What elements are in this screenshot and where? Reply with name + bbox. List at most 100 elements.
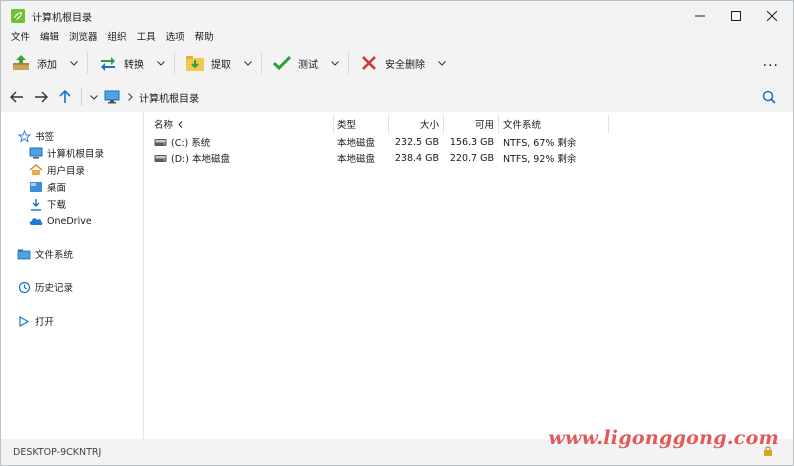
history-dropdown[interactable] <box>86 85 102 109</box>
back-button[interactable] <box>5 85 29 109</box>
column-header-filesystem-label: 文件系统 <box>503 120 542 131</box>
search-icon <box>762 90 776 104</box>
sidebar-filesystem-label: 文件系统 <box>35 250 74 261</box>
delete-x-icon <box>359 53 379 73</box>
chevron-down-icon <box>70 60 78 66</box>
sidebar-bookmarks[interactable]: 书签 <box>17 128 54 144</box>
column-header-size[interactable]: 大小 <box>389 116 439 132</box>
chevron-down-icon <box>90 94 98 100</box>
drive-name-cell: (D:) 本地磁盘 <box>154 150 230 166</box>
sidebar-item-label: 用户目录 <box>47 166 86 177</box>
sidebar-open[interactable]: 打开 <box>17 313 54 329</box>
drive-free: 220.7 GB <box>449 152 494 164</box>
address-bar: 计算机根目录 <box>1 83 793 111</box>
secure-delete-dropdown[interactable] <box>431 53 453 73</box>
computer-icon <box>104 90 120 104</box>
extract-button[interactable]: 提取 <box>175 49 259 77</box>
cloud-icon <box>29 214 43 228</box>
sidebar-item-label: OneDrive <box>47 215 92 227</box>
sidebar: 书签 计算机根目录 用户目录 桌面 下载 OneDrive 文件系统 历史记录 … <box>1 112 144 439</box>
convert-dropdown[interactable] <box>150 53 172 73</box>
toolbar: 添加 转换 提取 测试 安全删除 <box>1 47 793 79</box>
extract-label: 提取 <box>211 59 231 71</box>
chevron-down-icon <box>244 60 252 66</box>
convert-button[interactable]: 转换 <box>88 49 172 77</box>
test-label: 测试 <box>298 59 318 71</box>
close-icon <box>767 11 777 21</box>
play-triangle-icon <box>17 314 31 328</box>
column-header-name[interactable]: 名称 <box>154 116 332 132</box>
drive-filesystem: NTFS, 92% 剩余 <box>503 154 577 165</box>
add-archive-icon <box>11 53 31 73</box>
menu-help[interactable]: 帮助 <box>190 31 219 45</box>
menu-tools[interactable]: 工具 <box>132 31 161 45</box>
drive-name-cell: (C:) 系统 <box>154 134 210 150</box>
test-dropdown[interactable] <box>324 53 346 73</box>
menu-file[interactable]: 文件 <box>1 31 35 45</box>
column-header-filesystem[interactable]: 文件系统 <box>503 116 603 132</box>
checkmark-icon <box>272 53 292 73</box>
extract-dropdown[interactable] <box>237 53 259 73</box>
home-icon <box>29 163 43 177</box>
desktop-icon <box>29 180 43 194</box>
title-bar[interactable]: 计算机根目录 <box>1 1 793 31</box>
column-divider[interactable] <box>608 114 609 134</box>
arrow-left-icon <box>10 91 23 103</box>
drive-icon <box>154 154 167 162</box>
menu-options[interactable]: 选项 <box>161 31 190 45</box>
column-header-type[interactable]: 类型 <box>337 116 387 132</box>
maximize-button[interactable] <box>719 1 753 31</box>
menu-edit[interactable]: 编辑 <box>35 31 64 45</box>
window-title: 计算机根目录 <box>32 12 92 24</box>
drive-name: (D:) 本地磁盘 <box>171 154 230 165</box>
history-clock-icon <box>17 280 31 294</box>
sidebar-filesystem[interactable]: 文件系统 <box>17 246 73 262</box>
up-button[interactable] <box>53 85 77 109</box>
breadcrumb-chevron-icon[interactable] <box>128 93 133 101</box>
menu-browser[interactable]: 浏览器 <box>64 31 103 45</box>
sidebar-item-computer-root[interactable]: 计算机根目录 <box>29 145 104 161</box>
more-options-button[interactable]: ... <box>763 55 779 69</box>
drive-filesystem: NTFS, 67% 剩余 <box>503 138 577 149</box>
folder-icon <box>17 247 31 261</box>
sidebar-item-onedrive[interactable]: OneDrive <box>29 213 92 229</box>
menu-bar: 文件 编辑 浏览器 组织 工具 选项 帮助 <box>1 31 793 45</box>
forward-button[interactable] <box>29 85 53 109</box>
drive-icon <box>154 138 167 146</box>
chevron-down-icon <box>157 60 165 66</box>
sidebar-history[interactable]: 历史记录 <box>17 279 73 295</box>
maximize-icon <box>731 11 741 21</box>
sidebar-item-downloads[interactable]: 下载 <box>29 196 66 212</box>
drive-type: 本地磁盘 <box>337 154 376 165</box>
drive-size: 232.5 GB <box>394 136 439 148</box>
close-button[interactable] <box>755 1 789 31</box>
leaf-app-icon <box>11 9 25 23</box>
secure-delete-label: 安全删除 <box>385 59 425 71</box>
drive-free: 156.3 GB <box>449 136 494 148</box>
search-button[interactable] <box>759 87 779 107</box>
column-divider[interactable] <box>498 114 499 134</box>
sidebar-item-label: 桌面 <box>47 183 67 194</box>
minimize-button[interactable] <box>683 1 717 31</box>
column-header-name-label: 名称 <box>154 120 174 131</box>
secure-delete-button[interactable]: 安全删除 <box>349 49 453 77</box>
sidebar-item-desktop[interactable]: 桌面 <box>29 179 66 195</box>
drive-name: (C:) 系统 <box>171 138 211 149</box>
breadcrumb[interactable]: 计算机根目录 <box>139 90 199 105</box>
chevron-down-icon <box>438 60 446 66</box>
extract-folder-icon <box>185 53 205 73</box>
add-button[interactable]: 添加 <box>1 49 85 77</box>
menu-organize[interactable]: 组织 <box>103 31 132 45</box>
column-divider[interactable] <box>333 114 334 134</box>
column-header-size-label: 大小 <box>419 120 439 131</box>
app-window: 计算机根目录 文件 编辑 浏览器 组织 工具 选项 帮助 添加 转换 提取 测试… <box>0 0 794 466</box>
column-header-free[interactable]: 可用 <box>444 116 494 132</box>
file-list: 名称 类型 大小 可用 文件系统 (C:) 系统 本地磁盘 232.5 GB 1… <box>145 112 793 439</box>
column-header-free-label: 可用 <box>474 120 494 131</box>
convert-arrows-icon <box>98 53 118 73</box>
drive-type: 本地磁盘 <box>337 138 376 149</box>
sidebar-item-user-folder[interactable]: 用户目录 <box>29 162 85 178</box>
add-dropdown[interactable] <box>63 53 85 73</box>
test-button[interactable]: 测试 <box>262 49 346 77</box>
watermark-text: www.ligonggong.com <box>548 427 779 449</box>
